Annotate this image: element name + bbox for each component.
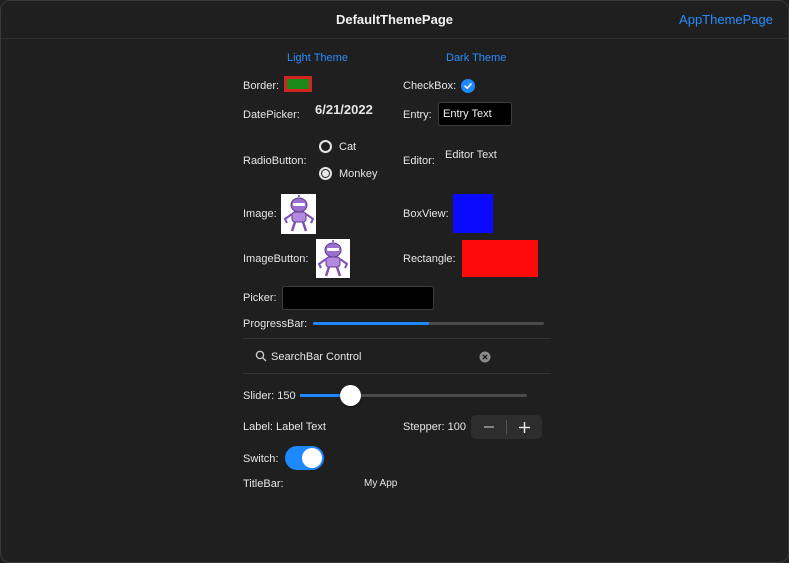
border-label: Border:	[243, 80, 280, 92]
checkbox[interactable]	[461, 79, 475, 93]
page-title: DefaultThemePage	[335, 12, 454, 27]
light-theme-button[interactable]: Light Theme	[287, 52, 348, 64]
switch-knob	[302, 448, 322, 468]
titlebar-title: My App	[364, 478, 398, 489]
search-icon	[255, 350, 267, 362]
title-bar: DefaultThemePage AppThemePage	[1, 1, 788, 39]
datepicker-label: DatePicker:	[243, 109, 300, 121]
radio-monkey-label: Monkey	[339, 168, 378, 180]
slider-label: Slider: 150	[243, 390, 296, 402]
radio-cat[interactable]	[319, 140, 332, 153]
switch-toggle[interactable]	[285, 446, 324, 470]
slider-thumb[interactable]	[339, 385, 361, 406]
image-button[interactable]	[316, 239, 350, 278]
picker-control[interactable]	[282, 286, 434, 310]
datepicker[interactable]: 6/21/2022	[315, 102, 373, 117]
plus-icon	[519, 421, 530, 433]
bot-mascot-icon	[317, 239, 349, 276]
imagebutton-label: ImageButton:	[243, 253, 309, 265]
app-theme-page-link[interactable]: AppThemePage	[679, 12, 773, 27]
image-control	[281, 194, 316, 234]
checkbox-label: CheckBox:	[403, 80, 457, 92]
progress-fill	[313, 322, 429, 325]
boxview-label: BoxView:	[403, 208, 449, 220]
rectangle-control	[462, 240, 538, 277]
clear-icon[interactable]	[479, 351, 491, 363]
stepper-increment-button[interactable]	[507, 415, 542, 439]
image-label: Image:	[243, 208, 277, 220]
dark-theme-button[interactable]: Dark Theme	[446, 52, 506, 64]
switch-label: Switch:	[243, 453, 279, 465]
titlebar-label: TitleBar:	[243, 478, 284, 490]
progressbar-label: ProgressBar:	[243, 318, 308, 330]
checkmark-icon	[464, 83, 472, 89]
radio-cat-label: Cat	[339, 141, 357, 153]
entry-field[interactable]: Entry Text	[438, 102, 512, 126]
picker-label: Picker:	[243, 292, 277, 304]
stepper-decrement-button[interactable]	[471, 415, 506, 439]
minus-icon	[483, 426, 494, 428]
border-control	[284, 76, 312, 92]
search-bar[interactable]: SearchBar Control	[243, 338, 551, 374]
editor-field[interactable]: Editor Text	[445, 149, 497, 161]
radio-monkey[interactable]	[319, 167, 332, 180]
app-window: DefaultThemePage AppThemePage Light Them…	[0, 0, 789, 563]
stepper-control	[471, 415, 542, 439]
bot-mascot-icon	[283, 195, 314, 232]
slider[interactable]	[300, 385, 527, 406]
boxview-control	[453, 194, 493, 233]
stepper-label: Stepper: 100	[403, 421, 466, 433]
label-control: Label: Label Text	[243, 421, 326, 433]
rectangle-label: Rectangle:	[403, 253, 456, 265]
editor-label: Editor:	[403, 155, 435, 167]
entry-label: Entry:	[403, 109, 432, 121]
radiobutton-label: RadioButton:	[243, 155, 307, 167]
search-input[interactable]: SearchBar Control	[271, 351, 362, 363]
progress-bar	[313, 322, 544, 325]
